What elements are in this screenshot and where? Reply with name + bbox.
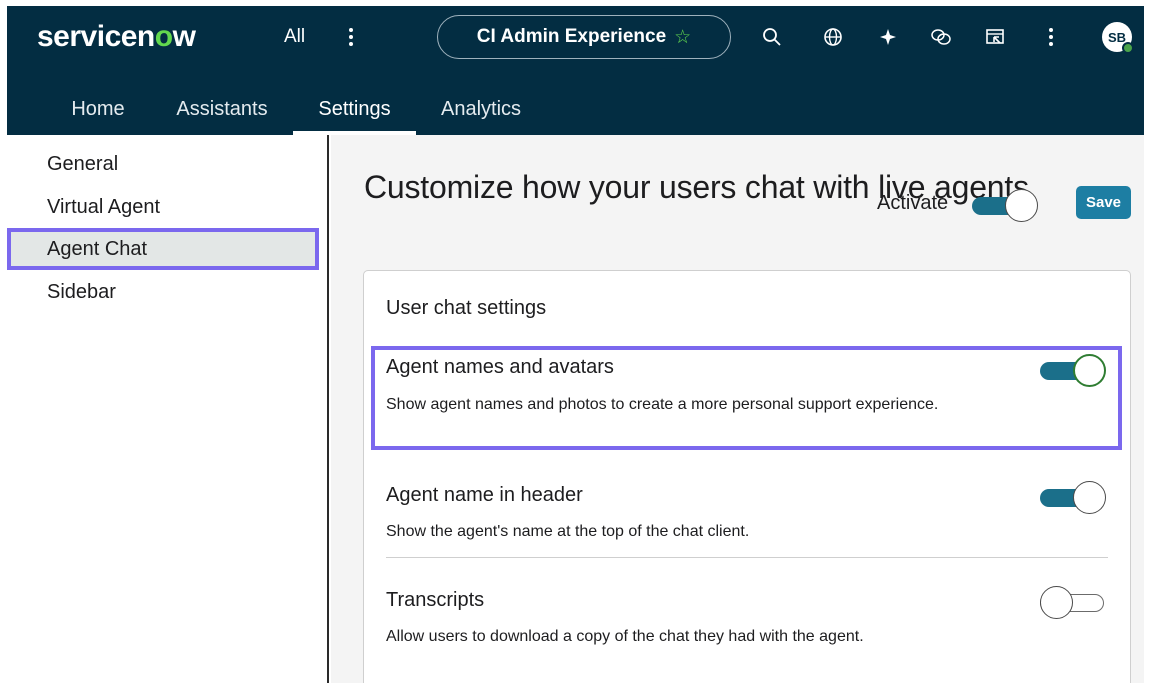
all-more-icon[interactable] <box>341 22 361 52</box>
setting-title-agent-name-header: Agent name in header <box>386 484 583 506</box>
sidebar-item-sidebar[interactable]: Sidebar <box>7 271 319 313</box>
setting-desc-agent-name-header: Show the agent's name at the top of the … <box>386 523 750 540</box>
search-icon[interactable] <box>759 22 785 52</box>
chat-bubbles-icon[interactable] <box>928 22 954 52</box>
sidebar-item-agent-chat[interactable]: Agent Chat <box>7 228 319 270</box>
setting-desc-agent-names-avatars: Show agent names and photos to create a … <box>386 396 939 413</box>
main-content: Customize how your users chat with live … <box>331 135 1144 683</box>
settings-sidebar: General Virtual Agent Agent Chat Sidebar <box>7 135 329 683</box>
all-menu-link[interactable]: All <box>284 26 305 48</box>
sparkle-icon[interactable] <box>875 22 901 52</box>
activate-label: Activate <box>877 192 949 214</box>
top-header: servicenow All CI Admin Experience ☆ SB … <box>7 6 1144 135</box>
more-vertical-icon[interactable] <box>1041 22 1061 52</box>
activate-toggle[interactable] <box>972 189 1038 222</box>
divider <box>386 557 1108 558</box>
application-scope-pill[interactable]: CI Admin Experience ☆ <box>437 15 731 59</box>
servicenow-logo[interactable]: servicenow <box>37 20 196 54</box>
tab-settings[interactable]: Settings <box>293 84 416 135</box>
globe-icon[interactable] <box>820 22 846 52</box>
screen-share-icon[interactable] <box>982 22 1008 52</box>
scope-label: CI Admin Experience <box>476 26 667 47</box>
user-avatar[interactable]: SB <box>1102 22 1134 54</box>
agent-names-avatars-toggle[interactable] <box>1040 354 1106 387</box>
tab-analytics[interactable]: Analytics <box>433 84 529 135</box>
agent-name-header-toggle[interactable] <box>1040 481 1106 514</box>
transcripts-toggle[interactable] <box>1040 586 1106 619</box>
save-button[interactable]: Save <box>1076 186 1131 219</box>
tab-home[interactable]: Home <box>62 84 134 135</box>
star-icon[interactable]: ☆ <box>674 26 691 49</box>
online-status-icon <box>1122 42 1134 54</box>
setting-desc-transcripts: Allow users to download a copy of the ch… <box>386 628 864 645</box>
main-tabs: Home Assistants Settings Analytics <box>7 84 1144 135</box>
sidebar-item-virtual-agent[interactable]: Virtual Agent <box>7 186 319 228</box>
card-title: User chat settings <box>386 297 547 319</box>
sidebar-item-general[interactable]: General <box>7 143 319 185</box>
tab-assistants[interactable]: Assistants <box>167 84 277 135</box>
user-chat-settings-card: User chat settings Agent names and avata… <box>363 270 1131 683</box>
setting-title-agent-names-avatars: Agent names and avatars <box>386 356 614 378</box>
setting-title-transcripts: Transcripts <box>386 589 485 611</box>
